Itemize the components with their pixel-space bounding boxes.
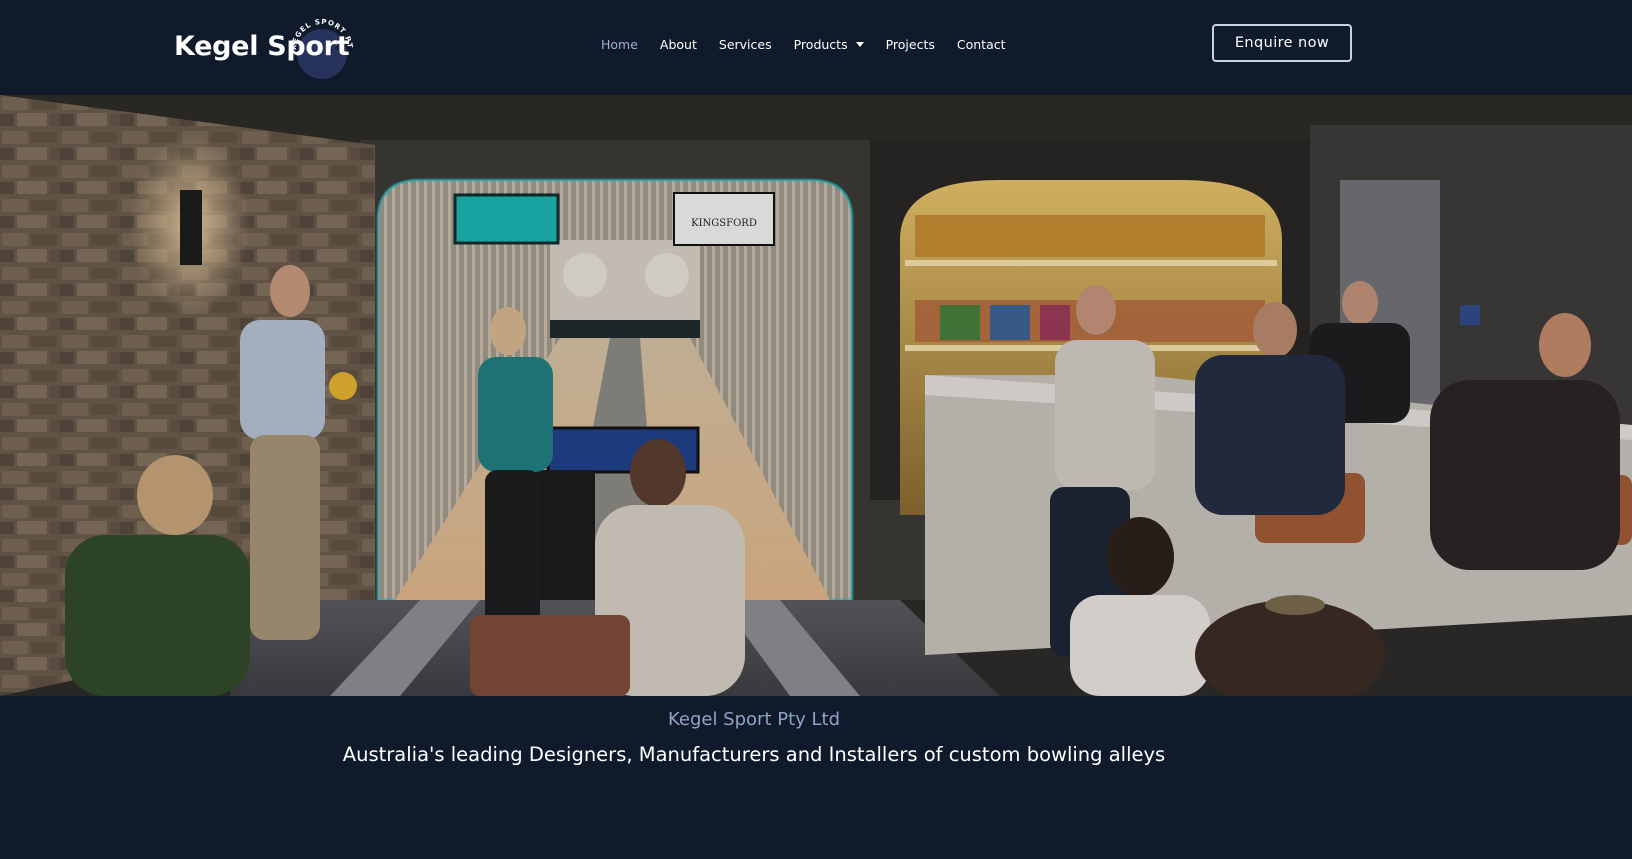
nav-services[interactable]: Services xyxy=(719,37,772,52)
enquire-now-label: Enquire now xyxy=(1234,35,1330,51)
company-tagline: Australia's leading Designers, Manufactu… xyxy=(342,743,1166,766)
chevron-down-icon xyxy=(855,42,864,47)
nav-projects[interactable]: Projects xyxy=(886,37,935,52)
nav-projects-label: Projects xyxy=(885,36,935,52)
nav-about[interactable]: About xyxy=(660,37,697,52)
logo-wordmark: Kegel Sport xyxy=(174,31,350,62)
nav-contact-label: Contact xyxy=(956,36,1006,52)
main-nav: Home About Services Products Projects Co… xyxy=(601,34,1028,54)
nav-home-label: Home xyxy=(601,36,638,52)
site-logo[interactable]: Kegel Sport KEGEL SPORT PTY LTD xyxy=(174,12,364,82)
nav-about-label: About xyxy=(659,36,697,52)
nav-contact[interactable]: Contact xyxy=(957,37,1006,52)
nav-products[interactable]: Products xyxy=(794,37,864,52)
page: Kegel Sport KEGEL SPORT PTY LTD Home Abo… xyxy=(0,0,1632,859)
hero-image: KINGSFORD xyxy=(0,95,1632,696)
site-header: Kegel Sport KEGEL SPORT PTY LTD Home Abo… xyxy=(0,0,1632,95)
company-name: Kegel Sport Pty Ltd xyxy=(667,709,841,730)
hero-photo: KINGSFORD xyxy=(0,95,1632,696)
nav-products-label: Products xyxy=(793,36,848,52)
enquire-now-button[interactable]: Enquire now xyxy=(1212,24,1352,62)
nav-services-label: Services xyxy=(718,36,772,52)
nav-home[interactable]: Home xyxy=(601,37,638,52)
